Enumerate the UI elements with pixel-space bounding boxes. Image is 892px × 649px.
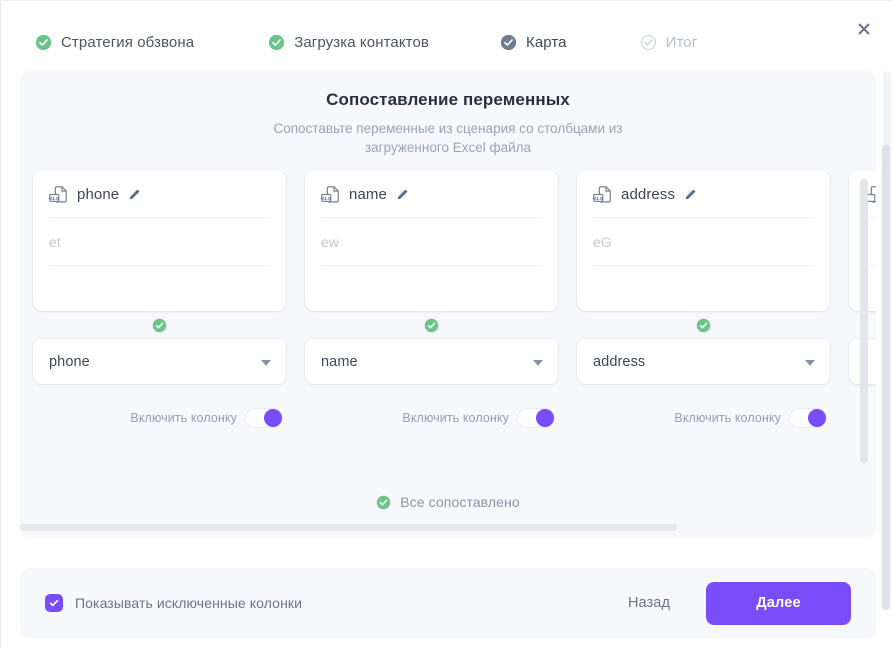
scrollbar-thumb[interactable] xyxy=(20,524,677,531)
variable-select[interactable]: name xyxy=(305,339,558,384)
source-column-sample: ew xyxy=(321,218,542,266)
step-label: Загрузка контактов xyxy=(294,34,429,51)
step-strategy[interactable]: Стратегия обзвона xyxy=(35,34,194,51)
chevron-down-icon xyxy=(261,359,271,366)
chevron-down-icon xyxy=(533,359,543,366)
page-title: Сопоставление переменных xyxy=(326,90,570,109)
svg-text:XLS: XLS xyxy=(321,196,331,202)
enable-column-toggle[interactable] xyxy=(517,408,555,428)
source-column-card[interactable]: XLS name ew xyxy=(305,171,558,311)
check-circle-outline-icon xyxy=(640,34,656,51)
next-button[interactable]: Далее xyxy=(706,581,851,625)
mapping-column: XLS name ew name Включить колонку xyxy=(305,171,558,428)
source-column-spacer xyxy=(49,266,270,309)
check-circle-filled-icon xyxy=(500,34,517,51)
step-label: Стратегия обзвона xyxy=(61,34,195,51)
enable-column-toggle[interactable] xyxy=(789,408,827,428)
columns-viewport: XLS phone et phone Включить колонку XLS … xyxy=(20,171,876,471)
variable-select-value: phone xyxy=(49,353,90,370)
check-circle-filled-icon xyxy=(152,318,167,332)
toggle-knob xyxy=(536,409,554,427)
enable-column-label: Включить колонку xyxy=(674,411,781,425)
enable-column-row: Включить колонку xyxy=(577,408,830,428)
pencil-icon[interactable] xyxy=(684,188,697,201)
column-match-status xyxy=(305,311,558,339)
modal-footer: Показывать исключенные колонки Назад Дал… xyxy=(20,568,876,638)
svg-text:XLS: XLS xyxy=(593,196,603,202)
mapping-modal: Стратегия обзвона Загрузка контактов Кар… xyxy=(0,0,892,649)
columns-horizontal-scrollbar[interactable] xyxy=(20,524,876,531)
source-column-header: XLS address xyxy=(593,171,814,218)
source-column-name: name xyxy=(349,185,387,203)
mapping-status: Все сопоставлено xyxy=(20,494,876,510)
source-column-name: address xyxy=(621,185,676,203)
mapping-column: XLS phone et phone Включить колонку xyxy=(33,171,286,428)
columns-vertical-scrollbar[interactable] xyxy=(860,179,868,464)
enable-column-toggle[interactable] xyxy=(245,408,283,428)
modal-vertical-scrollbar-thumb[interactable] xyxy=(882,145,890,610)
xls-file-icon: XLS xyxy=(321,185,339,203)
back-button[interactable]: Назад xyxy=(610,585,688,621)
check-circle-filled-icon xyxy=(269,34,285,51)
checkbox-label: Показывать исключенные колонки xyxy=(75,595,303,611)
source-column-card[interactable]: XLS address eG xyxy=(577,171,830,311)
xls-file-icon: XLS xyxy=(593,185,611,203)
step-upload-contacts[interactable]: Загрузка контактов xyxy=(268,34,429,51)
step-summary[interactable]: Итог xyxy=(640,34,698,51)
source-column-card[interactable]: XLS phone et xyxy=(33,171,286,311)
columns-track: XLS phone et phone Включить колонку XLS … xyxy=(33,171,876,428)
modal-vertical-scrollbar-track[interactable] xyxy=(882,71,891,610)
wizard-stepper: Стратегия обзвона Загрузка контактов Кар… xyxy=(35,34,697,51)
close-button[interactable] xyxy=(850,15,878,43)
variable-select[interactable]: address xyxy=(577,339,830,384)
checkbox-box[interactable] xyxy=(45,594,63,612)
source-column-name: phone xyxy=(77,185,120,203)
check-circle-filled-icon xyxy=(696,318,711,332)
check-circle-filled-icon xyxy=(424,318,439,332)
pencil-icon[interactable] xyxy=(396,188,409,201)
variable-select-value: address xyxy=(593,353,646,370)
check-circle-filled-icon xyxy=(35,34,52,51)
close-icon xyxy=(858,23,870,35)
toggle-knob xyxy=(808,409,826,427)
source-column-spacer xyxy=(593,266,814,309)
xls-file-icon: XLS xyxy=(49,185,67,203)
enable-column-label: Включить колонку xyxy=(402,411,509,425)
status-text: Все сопоставлено xyxy=(400,494,520,510)
enable-column-row: Включить колонку xyxy=(305,408,558,428)
page-subtitle: Сопоставьте переменные из сценария со ст… xyxy=(273,121,623,155)
step-label: Итог xyxy=(665,34,698,51)
mapping-column: XLS address eG address Включить колонку xyxy=(577,171,830,428)
column-match-status xyxy=(577,311,830,339)
pencil-icon[interactable] xyxy=(128,188,141,201)
source-column-header: XLS phone xyxy=(49,171,270,218)
step-map[interactable]: Карта xyxy=(500,34,567,51)
variable-select-value: name xyxy=(321,353,358,370)
svg-text:XLS: XLS xyxy=(49,196,59,202)
check-circle-filled-icon xyxy=(376,495,391,509)
source-column-sample: et xyxy=(49,218,270,266)
chevron-down-icon xyxy=(805,359,815,366)
show-excluded-columns-checkbox[interactable]: Показывать исключенные колонки xyxy=(45,594,302,612)
step-label: Карта xyxy=(525,34,567,51)
enable-column-row: Включить колонку xyxy=(33,408,286,428)
source-column-sample: eG xyxy=(593,218,814,266)
toggle-knob xyxy=(264,409,282,427)
checkmark-icon xyxy=(49,599,59,607)
variable-select[interactable]: phone xyxy=(33,339,286,384)
enable-column-label: Включить колонку xyxy=(130,411,237,425)
column-match-status xyxy=(33,311,286,339)
mapping-panel: Сопоставление переменных Сопоставьте пер… xyxy=(20,71,876,537)
source-column-header: XLS name xyxy=(321,171,542,218)
source-column-spacer xyxy=(321,266,542,309)
